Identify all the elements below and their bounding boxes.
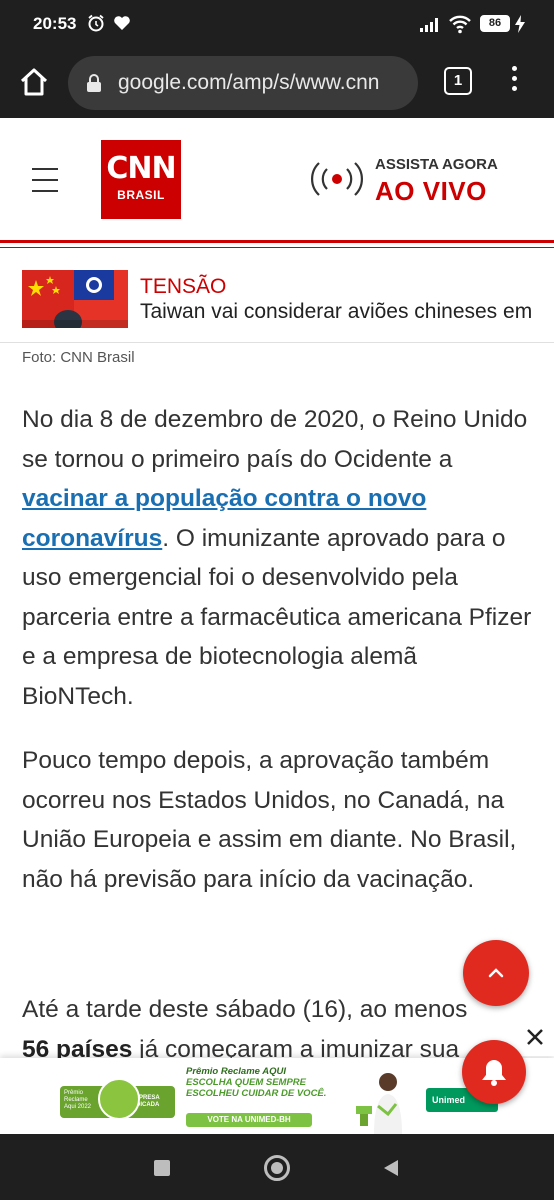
- photo-caption: Foto: CNN Brasil: [22, 349, 135, 366]
- article-paragraph-2: Pouco tempo depois, a aprovação também o…: [22, 747, 517, 893]
- p3-line1: Até a tarde deste sábado (16), ao menos: [22, 996, 468, 1023]
- scroll-to-top-button[interactable]: [463, 940, 529, 1006]
- system-navigation-bar: [0, 1134, 554, 1200]
- live-label-top[interactable]: ASSISTA AGORA: [375, 156, 498, 173]
- back-icon[interactable]: [382, 1158, 400, 1178]
- p1-text-after: . O imunizante aprovado para o uso emerg…: [22, 524, 532, 710]
- battery-icon: 86: [480, 15, 510, 32]
- browser-toolbar: google.com/amp/s/www.cnn 1: [0, 48, 554, 118]
- status-bar: 20:53 86: [0, 0, 554, 48]
- site-header: CNN BRASIL ASSISTA AGORA AO VIVO: [0, 118, 554, 240]
- url-text: google.com/amp/s/www.cnn: [118, 71, 380, 94]
- home-icon[interactable]: [14, 62, 54, 102]
- teaser-title: Taiwan vai considerar aviões chineses em: [140, 300, 533, 323]
- live-label-bottom[interactable]: AO VIVO: [375, 176, 487, 207]
- ad-person-image: [356, 1073, 402, 1134]
- hamburger-menu-icon[interactable]: [32, 168, 58, 192]
- logo-cnn-text: CNN: [106, 151, 176, 186]
- recents-button[interactable]: [154, 1160, 170, 1176]
- charging-icon: [515, 15, 525, 33]
- chevron-up-icon: [488, 968, 504, 978]
- ad-badge-left-text: Prêmio Reclame Aqui 2022: [64, 1090, 92, 1110]
- logo-brasil-text: BRASIL: [117, 188, 165, 202]
- teaser-thumbnail: [22, 270, 128, 328]
- ad-headline-3: ESCOLHEU CUIDAR DE VOCÊ.: [186, 1088, 327, 1099]
- menu-icon[interactable]: [504, 66, 524, 96]
- clock: 20:53: [33, 14, 77, 33]
- bell-icon: [482, 1060, 506, 1086]
- ad-headline: Prêmio Reclame AQUI ESCOLHA QUEM SEMPRE …: [186, 1066, 346, 1099]
- p1-text-before: No dia 8 de dezembro de 2020, o Reino Un…: [22, 406, 528, 473]
- ad-mascot-icon: [98, 1078, 140, 1120]
- battery-level: 86: [488, 17, 502, 29]
- tab-switcher-button[interactable]: 1: [444, 67, 472, 95]
- ad-headline-1: Prêmio Reclame AQUI: [186, 1066, 286, 1077]
- home-button[interactable]: [264, 1155, 290, 1181]
- article-paragraph-1: No dia 8 de dezembro de 2020, o Reino Un…: [22, 400, 532, 716]
- heart-icon: [114, 16, 130, 30]
- live-broadcast-icon[interactable]: [310, 160, 364, 198]
- signal-icon: [420, 18, 438, 32]
- ad-cta-button[interactable]: VOTE NA UNIMED-BH: [186, 1113, 312, 1127]
- ad-headline-2: ESCOLHA QUEM SEMPRE: [186, 1077, 306, 1088]
- address-bar[interactable]: google.com/amp/s/www.cnn: [68, 56, 418, 110]
- notification-bell-button[interactable]: [462, 1040, 526, 1104]
- wifi-icon: [449, 15, 471, 34]
- cnn-brasil-logo[interactable]: CNN BRASIL: [101, 140, 181, 219]
- alarm-icon: [88, 14, 104, 32]
- related-news-teaser[interactable]: TENSÃO Taiwan vai considerar aviões chin…: [0, 258, 554, 343]
- lock-icon: [87, 74, 101, 92]
- header-divider-thin: [0, 247, 554, 248]
- header-divider: [0, 240, 554, 243]
- teaser-category: TENSÃO: [140, 275, 227, 298]
